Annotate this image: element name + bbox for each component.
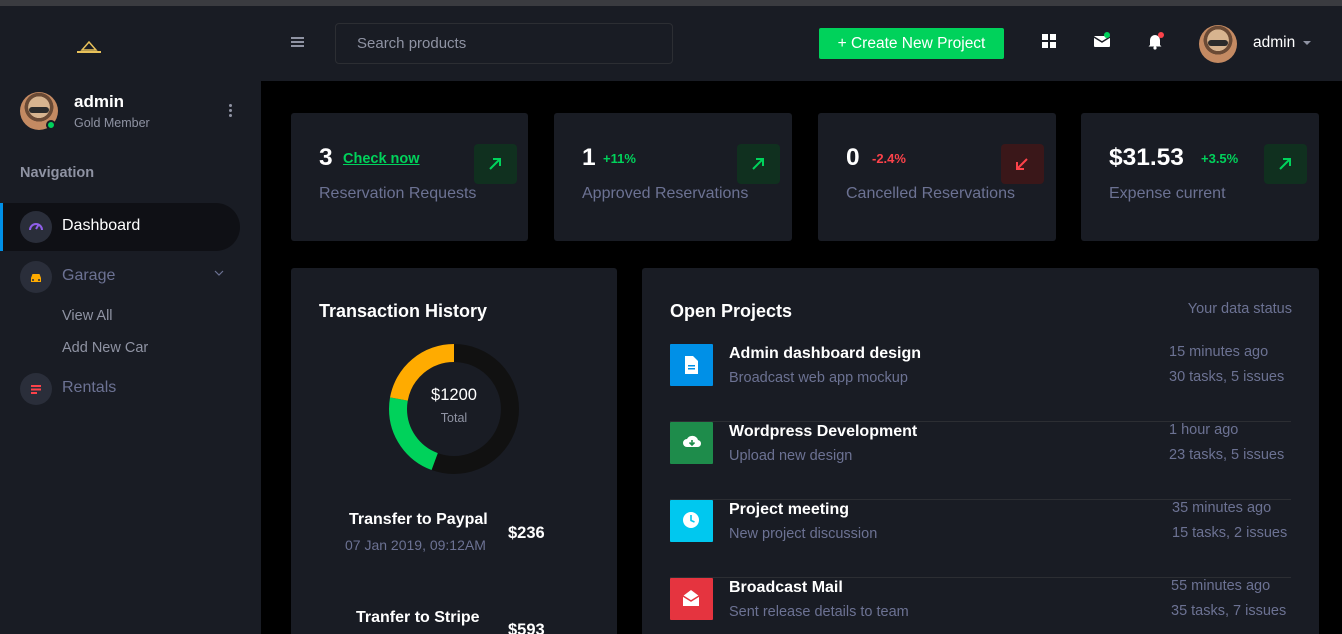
transaction-date: 07 Jan 2019, 09:12AM [345,537,486,553]
stat-label: Cancelled Reservations [846,185,1015,202]
chevron-down-icon[interactable] [214,269,224,277]
cloud-download-icon [670,422,713,464]
online-status-dot [46,120,56,130]
bell-notification-dot [1158,32,1164,38]
sidebar-item-dashboard[interactable]: Dashboard [0,203,240,251]
stat-card-approved-reservations: 1 +11% Approved Reservations [554,113,792,241]
sidebar-item-label: Garage [62,267,116,284]
email-open-icon [670,578,713,620]
sidebar-item-label: Dashboard [62,217,141,234]
project-meta: 35 tasks, 7 issues [1171,603,1287,619]
top-header: + Create New Project admin [261,6,1342,81]
stat-label: Approved Reservations [582,185,749,202]
search-input[interactable] [335,23,673,64]
project-title: Project meeting [729,501,850,518]
sidebar-item-rentals[interactable]: Rentals [0,365,240,413]
stat-label: Expense current [1109,185,1226,202]
arrow-up-right-icon[interactable] [1264,144,1307,184]
car-icon [20,261,52,293]
project-time: 15 minutes ago [1169,344,1269,360]
arrow-up-right-icon[interactable] [474,144,517,184]
stat-card-reservation-requests: 3 Check now Reservation Requests [291,113,528,241]
sidebar-item-garage[interactable]: Garage [0,253,240,301]
transaction-amount: $593 [508,621,545,634]
list-icon [20,373,52,405]
donut-total-label: Total [440,411,468,425]
transaction-donut-chart [389,344,519,474]
data-status-label: Your data status [1187,301,1292,317]
header-avatar[interactable] [1199,25,1237,63]
transaction-amount: $236 [508,524,545,542]
project-subtitle: Sent release details to team [729,604,909,620]
stat-value: 1 [582,144,596,171]
project-row[interactable]: Broadcast Mail Sent release details to t… [670,578,1291,634]
speedometer-icon [20,211,52,243]
brand-logo-icon[interactable] [74,36,104,58]
stat-value: 3 [319,144,333,171]
stat-card-expense-current: $31.53 +3.5% Expense current [1081,113,1319,241]
project-subtitle: Upload new design [729,448,853,464]
project-title: Admin dashboard design [729,345,922,362]
document-icon [670,344,713,386]
stat-label: Reservation Requests [319,185,477,202]
project-meta: 15 tasks, 2 issues [1172,525,1288,541]
sidebar-subitem-view-all[interactable]: View All [62,308,113,324]
more-vertical-icon[interactable] [220,100,240,120]
stat-value: 0 [846,144,860,171]
sidebar-subitem-add-new-car[interactable]: Add New Car [62,340,148,356]
project-meta: 30 tasks, 5 issues [1169,369,1285,385]
caret-down-icon[interactable] [1303,41,1311,45]
sidebar: admin Gold Member Navigation Dashboard G… [0,6,261,634]
stat-change: +3.5% [1201,151,1239,166]
transaction-title: Tranfer to Stripe [356,609,480,626]
card-title: Open Projects [670,301,793,321]
project-subtitle: New project discussion [729,526,878,542]
create-new-project-button[interactable]: + Create New Project [819,28,1004,59]
transaction-title: Transfer to Paypal [349,511,488,528]
project-row[interactable]: Admin dashboard design Broadcast web app… [670,344,1291,422]
project-title: Wordpress Development [729,423,918,440]
clock-icon [670,500,713,542]
project-row[interactable]: Wordpress Development Upload new design … [670,422,1291,500]
project-subtitle: Broadcast web app mockup [729,370,908,386]
menu-toggle-icon[interactable] [291,37,304,47]
stat-card-cancelled-reservations: 0 -2.4% Cancelled Reservations [818,113,1056,241]
donut-total-amount: $1200 [431,386,477,404]
sidebar-item-label: Rentals [62,379,117,396]
profile-name: admin [74,92,125,111]
stat-change: +11% [603,151,636,166]
check-now-link[interactable]: Check now [343,151,420,167]
profile-role: Gold Member [74,116,150,130]
stat-value: $31.53 [1109,144,1184,171]
mail-notification-dot [1104,32,1110,38]
project-meta: 23 tasks, 5 issues [1169,447,1285,463]
project-time: 1 hour ago [1169,422,1239,438]
project-title: Broadcast Mail [729,579,843,596]
grid-view-icon[interactable] [1040,32,1058,50]
sidebar-profile[interactable]: admin Gold Member [20,92,240,140]
card-title: Transaction History [319,301,488,321]
header-username[interactable]: admin [1253,34,1295,52]
stat-change: -2.4% [872,151,906,166]
open-projects-card: Open Projects Your data status Admin das… [642,268,1319,634]
project-row[interactable]: Project meeting New project discussion 3… [670,500,1291,578]
project-time: 35 minutes ago [1172,500,1272,516]
transaction-history-card: Transaction History $1200 Total Transfer… [291,268,617,634]
arrow-up-right-icon[interactable] [737,144,780,184]
nav-heading: Navigation [20,165,95,181]
project-time: 55 minutes ago [1171,578,1271,594]
arrow-down-left-icon[interactable] [1001,144,1044,184]
